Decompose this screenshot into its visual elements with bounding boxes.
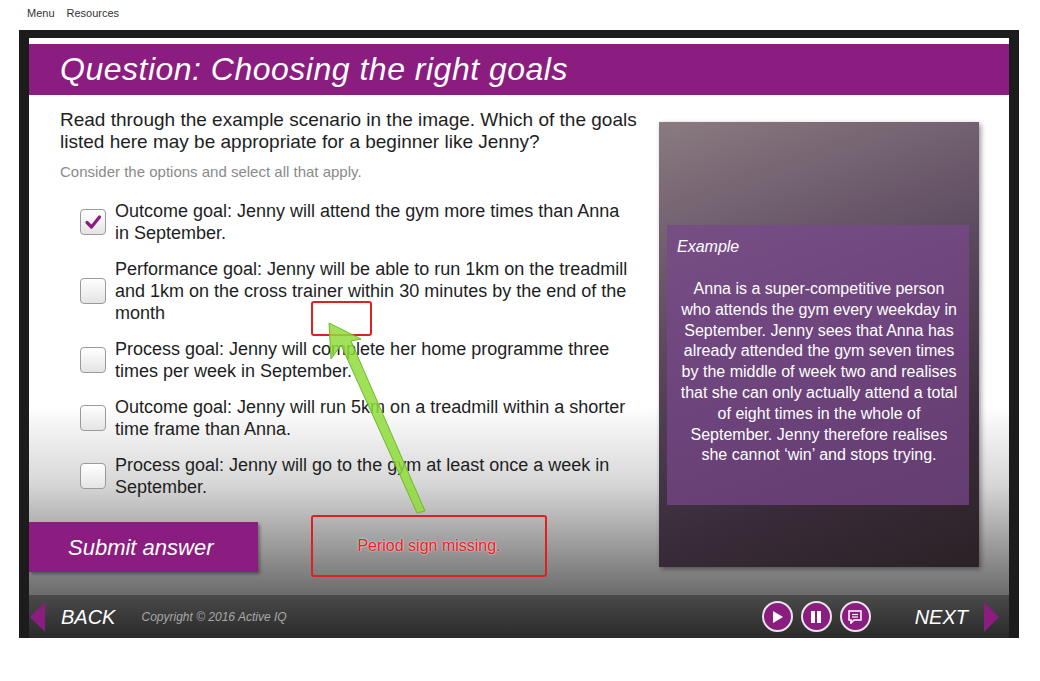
annotation-text: Period sign missing.	[357, 534, 500, 558]
pause-icon	[809, 610, 823, 624]
checkbox[interactable]	[80, 278, 106, 304]
annotation-layer: Period sign missing.	[29, 95, 1009, 595]
top-menu: Menu Resources	[0, 0, 1040, 30]
next-button[interactable]: NEXT	[915, 602, 999, 632]
option-label[interactable]: Performance goal: Jenny will be able to …	[115, 258, 630, 324]
next-arrow-icon	[984, 602, 999, 632]
arrow-icon	[29, 95, 1009, 595]
player-footer: BACK Copyright © 2016 Active IQ NEXT	[29, 595, 1009, 638]
slide-header: Question: Choosing the right goals	[29, 44, 1009, 95]
checkbox[interactable]	[80, 209, 106, 235]
back-label[interactable]: BACK	[61, 602, 115, 632]
question-panel: Read through the example scenario in the…	[29, 95, 639, 595]
option-row[interactable]: Outcome goal: Jenny will run 5km on a tr…	[80, 396, 639, 440]
play-icon	[770, 610, 784, 624]
question-hint: Consider the options and select all that…	[29, 153, 639, 184]
pause-button[interactable]	[801, 601, 832, 632]
option-row[interactable]: Outcome goal: Jenny will attend the gym …	[80, 200, 639, 244]
highlight-box	[311, 301, 372, 336]
transcript-button[interactable]	[840, 601, 871, 632]
option-label[interactable]: Process goal: Jenny will go to the gym a…	[115, 454, 630, 498]
submit-button[interactable]: Submit answer	[29, 522, 258, 572]
annotation-callout: Period sign missing.	[311, 515, 547, 577]
option-row[interactable]: Process goal: Jenny will complete her ho…	[80, 338, 639, 382]
player-frame: Question: Choosing the right goals Read t…	[19, 30, 1019, 638]
back-arrow-icon	[30, 602, 45, 632]
example-text: Anna is a super-competitive person who a…	[677, 279, 961, 466]
example-box: Example Anna is a super-competitive perso…	[667, 225, 969, 505]
play-button[interactable]	[762, 601, 793, 632]
back-button[interactable]: BACK	[30, 602, 115, 632]
question-prompt: Read through the example scenario in the…	[29, 95, 639, 153]
checkbox[interactable]	[80, 463, 106, 489]
option-row[interactable]: Process goal: Jenny will go to the gym a…	[80, 454, 639, 498]
top-menu-item[interactable]: Resources	[67, 5, 120, 30]
next-label[interactable]: NEXT	[915, 602, 968, 632]
checkbox[interactable]	[80, 347, 106, 373]
top-menu-item[interactable]: Menu	[27, 5, 55, 30]
option-label[interactable]: Process goal: Jenny will complete her ho…	[115, 338, 630, 382]
checkbox[interactable]	[80, 405, 106, 431]
option-label[interactable]: Outcome goal: Jenny will attend the gym …	[115, 200, 630, 244]
check-icon	[84, 213, 102, 231]
chat-icon	[847, 610, 863, 624]
example-heading: Example	[677, 235, 961, 259]
options-list: Outcome goal: Jenny will attend the gym …	[29, 184, 639, 498]
copyright: Copyright © 2016 Active IQ	[141, 608, 286, 626]
slide-content: Read through the example scenario in the…	[29, 95, 1009, 595]
scenario-image: Example Anna is a super-competitive perso…	[659, 122, 979, 567]
option-row[interactable]: Performance goal: Jenny will be able to …	[80, 258, 639, 324]
media-controls	[762, 601, 871, 632]
option-label[interactable]: Outcome goal: Jenny will run 5km on a tr…	[115, 396, 630, 440]
slide-title: Question: Choosing the right goals	[60, 48, 1009, 90]
